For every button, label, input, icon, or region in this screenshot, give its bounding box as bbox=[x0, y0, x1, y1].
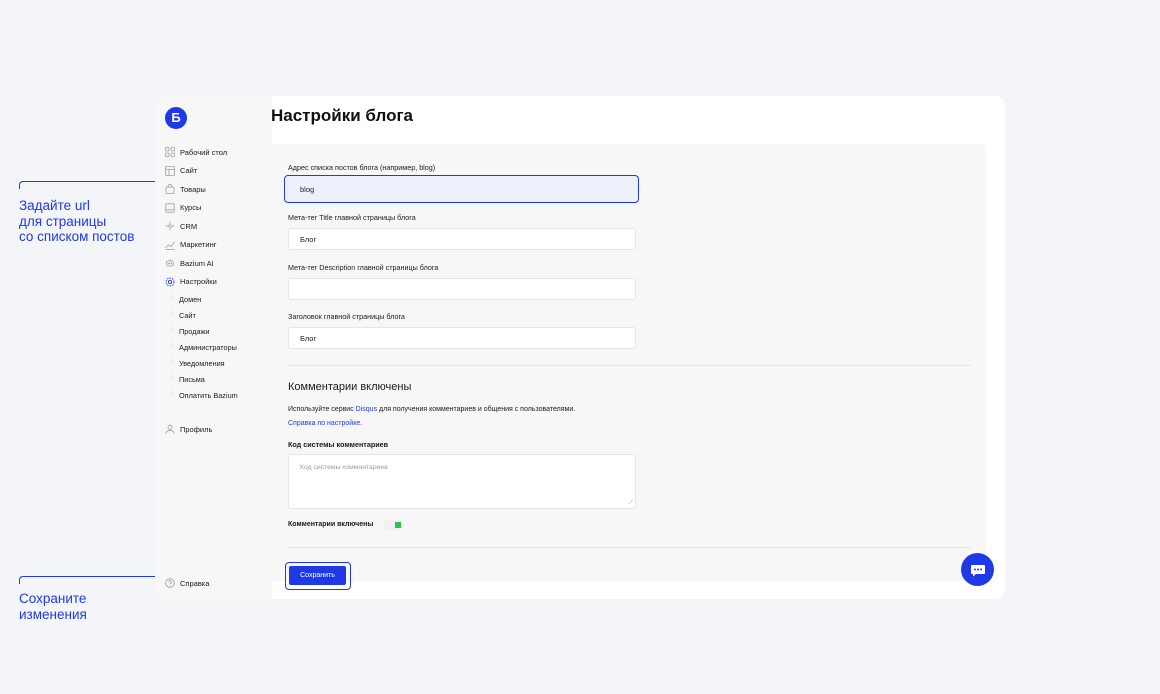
blog-url-label: Адрес списка постов блога (например, blo… bbox=[288, 163, 436, 172]
save-button[interactable]: Сохранить bbox=[289, 566, 346, 585]
setup-help-link[interactable]: Справка по настройке. bbox=[288, 420, 362, 427]
sidebar-item-label: Рабочий стол bbox=[180, 147, 228, 157]
comment-code-placeholder: Код системы комментариев bbox=[300, 464, 388, 471]
sidebar-item-dashboard[interactable]: Рабочий стол bbox=[155, 143, 272, 162]
sidebar-item-label: Справка bbox=[180, 578, 210, 588]
save-hint-annotation: Сохраните изменения bbox=[19, 591, 87, 622]
sidebar-item-label: Bazium AI bbox=[180, 258, 214, 268]
sidebar-subitem-label: Уведомления bbox=[179, 358, 225, 368]
crm-icon bbox=[164, 220, 176, 232]
sidebar-item-settings[interactable]: Настройки bbox=[155, 273, 272, 292]
meta-description-label: Мета-тег Description главной страницы бл… bbox=[288, 263, 439, 272]
app-window: Б Рабочий стол Сайт Товары Курсы CRM Мар… bbox=[155, 96, 1005, 599]
sidebar-subitem-label: Домен bbox=[179, 294, 202, 304]
branch-icon: └ bbox=[169, 344, 174, 350]
info-suffix: для получения комментариев и общения с п… bbox=[377, 406, 576, 413]
brand-logo[interactable]: Б bbox=[165, 107, 187, 129]
layout-icon bbox=[164, 165, 176, 177]
save-button-highlight: Сохранить bbox=[285, 562, 351, 590]
sidebar-nav: Рабочий стол Сайт Товары Курсы CRM Марке… bbox=[155, 143, 272, 403]
branch-icon: └ bbox=[169, 296, 174, 302]
url-hint-line-2: для страницы bbox=[19, 213, 107, 229]
meta-title-label: Мета-тег Title главной страницы блога bbox=[288, 213, 416, 222]
section-divider bbox=[288, 365, 971, 366]
sidebar-subitem-label: Письма bbox=[179, 374, 205, 384]
sidebar-subitem-label: Продажи bbox=[179, 326, 210, 336]
sidebar-item-label: Товары bbox=[180, 184, 206, 194]
heading-input[interactable]: Блог bbox=[288, 327, 636, 349]
toggle-knob bbox=[395, 522, 401, 528]
blog-url-input[interactable]: blog bbox=[284, 175, 639, 203]
sidebar-subitem-label: Оплатить Bazium bbox=[179, 390, 238, 400]
sidebar-subitem-admins[interactable]: └ Администраторы bbox=[155, 339, 272, 355]
chat-icon bbox=[970, 564, 985, 576]
footer-divider bbox=[288, 547, 971, 548]
sidebar-subitem-domain[interactable]: └ Домен bbox=[155, 291, 272, 307]
resize-grip-icon[interactable]: ⟋ bbox=[629, 500, 633, 507]
sidebar-item-site[interactable]: Сайт bbox=[155, 162, 272, 181]
bag-icon bbox=[164, 183, 176, 195]
sidebar: Б Рабочий стол Сайт Товары Курсы CRM Мар… bbox=[155, 96, 272, 599]
sidebar-item-label: Курсы bbox=[180, 203, 202, 213]
comments-info-text: Используйте сервис Disqus для получения … bbox=[288, 406, 575, 413]
sidebar-item-profile[interactable]: Профиль bbox=[155, 420, 272, 439]
sidebar-item-label: Сайт bbox=[180, 166, 198, 176]
branch-icon: └ bbox=[169, 328, 174, 334]
url-hint-annotation: Задайте url для страницы со списком пост… bbox=[19, 198, 134, 245]
robot-icon bbox=[164, 257, 176, 269]
user-icon bbox=[164, 423, 176, 435]
save-hint-line-1: Сохраните bbox=[19, 591, 87, 606]
sidebar-item-help[interactable]: Справка bbox=[155, 574, 272, 593]
sidebar-profile-section: Профиль bbox=[155, 420, 272, 439]
disqus-link[interactable]: Disqus bbox=[356, 406, 377, 413]
help-icon bbox=[164, 577, 176, 589]
comments-toggle[interactable] bbox=[384, 520, 402, 530]
branch-icon: └ bbox=[169, 392, 174, 398]
sidebar-item-label: Маркетинг bbox=[180, 240, 217, 250]
save-hint-line-2: изменения bbox=[19, 606, 87, 622]
heading-label: Заголовок главной страницы блога bbox=[288, 312, 405, 321]
dashboard-icon bbox=[164, 146, 176, 158]
sidebar-item-products[interactable]: Товары bbox=[155, 180, 272, 199]
book-icon bbox=[164, 202, 176, 214]
sidebar-item-courses[interactable]: Курсы bbox=[155, 199, 272, 218]
sidebar-subitem-sales[interactable]: └ Продажи bbox=[155, 323, 272, 339]
sidebar-subitem-emails[interactable]: └ Письма bbox=[155, 371, 272, 387]
blog-settings-panel: Адрес списка постов блога (например, blo… bbox=[271, 144, 986, 581]
sidebar-item-label: CRM bbox=[180, 221, 198, 231]
branch-icon: └ bbox=[169, 376, 174, 382]
gear-icon bbox=[164, 276, 176, 288]
chart-icon bbox=[164, 239, 176, 251]
sidebar-subitem-notifications[interactable]: └ Уведомления bbox=[155, 355, 272, 371]
page-title: Настройки блога bbox=[271, 106, 413, 125]
sidebar-item-crm[interactable]: CRM bbox=[155, 217, 272, 236]
sidebar-item-label: Профиль bbox=[180, 424, 213, 434]
sidebar-subitem-billing[interactable]: └ Оплатить Bazium bbox=[155, 387, 272, 403]
comment-code-textarea[interactable]: Код системы комментариев ⟋ bbox=[288, 454, 636, 509]
chat-button[interactable] bbox=[961, 553, 994, 586]
sidebar-help-section: Справка bbox=[155, 574, 272, 593]
url-hint-line-3: со списком постов bbox=[19, 229, 135, 244]
url-hint-line-1: Задайте url bbox=[19, 198, 90, 213]
sidebar-item-marketing[interactable]: Маркетинг bbox=[155, 236, 272, 255]
meta-title-input[interactable]: Блог bbox=[288, 228, 636, 250]
comments-toggle-label: Комментарии включены bbox=[288, 521, 374, 528]
sidebar-item-bazium-ai[interactable]: Bazium AI bbox=[155, 254, 272, 273]
sidebar-subitem-label: Сайт bbox=[179, 310, 196, 320]
sidebar-subitem-label: Администраторы bbox=[179, 342, 237, 352]
branch-icon: └ bbox=[169, 360, 174, 366]
meta-description-input[interactable] bbox=[288, 278, 636, 300]
sidebar-subitem-site[interactable]: └ Сайт bbox=[155, 307, 272, 323]
branch-icon: └ bbox=[169, 312, 174, 318]
info-prefix: Используйте сервис bbox=[288, 406, 356, 413]
sidebar-item-label: Настройки bbox=[180, 277, 217, 287]
comments-section-title: Комментарии включены bbox=[288, 381, 412, 393]
comment-code-label: Код системы комментариев bbox=[288, 440, 389, 449]
